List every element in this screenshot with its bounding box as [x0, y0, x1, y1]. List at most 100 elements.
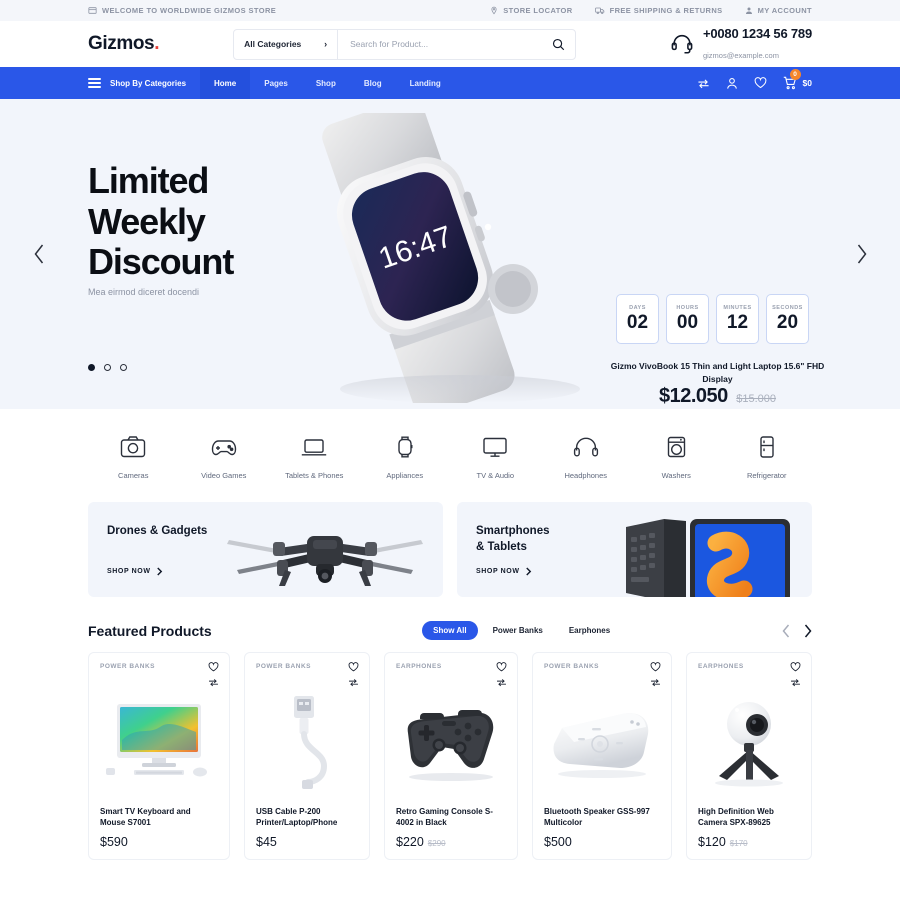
promo-shop-now-link[interactable]: SHOP NOW	[476, 567, 532, 576]
product-price-block: $45	[256, 835, 358, 849]
product-price-block: $220 $290	[396, 835, 506, 849]
cart-button[interactable]: 0 $0	[783, 69, 812, 90]
compare-icon[interactable]	[348, 678, 359, 687]
hero-dot-2[interactable]	[104, 364, 111, 371]
hero-subtitle: Mea eirmod diceret docendi	[88, 287, 200, 297]
category-video-games[interactable]: Video Games	[179, 435, 270, 480]
promo-smartphones-tablets[interactable]: Smartphones & Tablets SHOP NOW	[457, 502, 812, 597]
map-pin-icon	[490, 6, 498, 15]
compare-icon[interactable]	[208, 678, 219, 687]
headset-icon	[670, 32, 694, 56]
compare-icon[interactable]	[496, 678, 507, 687]
product-actions	[496, 662, 507, 687]
tab-earphones[interactable]: Earphones	[558, 621, 621, 640]
hero-product-name: Gizmo VivoBook 15 Thin and Light Laptop …	[610, 361, 825, 384]
category-cameras[interactable]: Cameras	[88, 435, 179, 480]
tab-label: Power Banks	[492, 626, 543, 635]
hero-price-block: $12.050 $15.000	[610, 385, 825, 408]
hero-smartwatch-image: 16:47	[290, 113, 620, 403]
product-card[interactable]: EARPHONES	[384, 652, 518, 860]
promo-banners: Drones & Gadgets SHOP NOW Smartphones & …	[0, 480, 900, 597]
featured-next-button[interactable]	[803, 624, 812, 638]
account-icon[interactable]	[726, 77, 738, 90]
wishlist-heart-icon[interactable]	[754, 77, 767, 89]
tab-show-all[interactable]: Show All	[422, 621, 478, 640]
nav-item-label: Blog	[363, 78, 382, 88]
category-label: Washers	[661, 471, 691, 480]
category-washers[interactable]: Washers	[631, 435, 722, 480]
top-link-store-locator[interactable]: STORE LOCATOR	[490, 6, 572, 15]
product-tag: POWER BANKS	[256, 663, 311, 670]
product-name: Retro Gaming Console S-4002 in Black	[396, 807, 493, 827]
product-old-price: $170	[729, 839, 748, 848]
category-select[interactable]: All Categories ›	[234, 29, 339, 59]
usb-cable-image	[256, 670, 358, 807]
product-price-block: $120 $170	[698, 835, 800, 849]
countdown-label: HOURS	[676, 305, 699, 312]
main-navigation: Shop By Categories Home Pages Shop Blog …	[0, 67, 900, 99]
product-card[interactable]: POWER BANKS	[88, 652, 230, 860]
heart-icon[interactable]	[208, 662, 219, 672]
camera-icon	[120, 435, 146, 459]
page-root: WELCOME TO WORLDWIDE GIZMOS STORE STORE …	[0, 0, 900, 909]
search-button[interactable]	[541, 30, 575, 59]
featured-filter-tabs: Show All Power Banks Earphones	[292, 621, 621, 640]
chevron-right-icon	[156, 567, 163, 576]
heart-icon[interactable]	[496, 662, 507, 672]
category-refrigerator[interactable]: Refrigerator	[722, 435, 813, 480]
monitor-icon	[481, 435, 509, 459]
product-card[interactable]: POWER BANKS	[532, 652, 672, 860]
hero-dot-1[interactable]	[88, 364, 95, 371]
promo-drones[interactable]: Drones & Gadgets SHOP NOW	[88, 502, 443, 597]
nav-item-shop[interactable]: Shop	[302, 67, 350, 99]
contact-info: +0080 1234 56 789 gizmos@example.com	[670, 24, 812, 64]
promo-cta-label: SHOP NOW	[107, 568, 151, 575]
product-card[interactable]: POWER BANKS USB Cable P-200 Printer/Lapt…	[244, 652, 370, 860]
drone-image	[221, 510, 429, 592]
logo[interactable]: Gizmos.	[88, 33, 160, 55]
promo-shop-now-link[interactable]: SHOP NOW	[107, 567, 163, 576]
top-link-label: STORE LOCATOR	[503, 6, 573, 15]
countdown-days: DAYS 02	[616, 294, 659, 344]
category-appliances[interactable]: Appliances	[360, 435, 451, 480]
shop-by-categories-button[interactable]: Shop By Categories	[88, 67, 200, 99]
hero-next-button[interactable]	[848, 241, 874, 267]
heart-icon[interactable]	[348, 662, 359, 672]
category-label: Cameras	[118, 471, 149, 480]
smartwatch-icon	[395, 435, 415, 459]
nav-item-landing[interactable]: Landing	[396, 67, 455, 99]
top-link-shipping[interactable]: FREE SHIPPING & RETURNS	[594, 6, 723, 15]
nav-item-blog[interactable]: Blog	[350, 67, 396, 99]
hero-prev-button[interactable]	[26, 241, 52, 267]
contact-email[interactable]: gizmos@example.com	[703, 51, 779, 60]
countdown-hours: HOURS 00	[666, 294, 709, 344]
countdown-seconds: SECONDS 20	[766, 294, 809, 344]
tab-power-banks[interactable]: Power Banks	[482, 621, 554, 640]
heart-icon[interactable]	[650, 662, 661, 672]
countdown-minutes: MINUTES 12	[716, 294, 759, 344]
featured-prev-button[interactable]	[782, 624, 791, 638]
nav-item-label: Landing	[409, 78, 441, 88]
hero-title: Limited Weekly Discount	[88, 160, 234, 283]
category-tv-audio[interactable]: TV & Audio	[450, 435, 541, 480]
product-card[interactable]: EARPHONES	[686, 652, 812, 860]
product-price-block: $590	[100, 835, 218, 849]
top-link-label: FREE SHIPPING & RETURNS	[609, 6, 723, 15]
hero-slide-dots	[88, 364, 127, 371]
cart-count-badge: 0	[789, 69, 801, 80]
top-link-my-account[interactable]: MY ACCOUNT	[745, 6, 812, 15]
hero-dot-3[interactable]	[120, 364, 127, 371]
nav-item-pages[interactable]: Pages	[250, 67, 302, 99]
heart-icon[interactable]	[790, 662, 801, 672]
search-input[interactable]	[338, 29, 542, 59]
contact-phone[interactable]: +0080 1234 56 789	[703, 26, 812, 41]
compare-icon[interactable]	[790, 678, 801, 687]
product-actions	[208, 662, 219, 687]
category-tablets-phones[interactable]: Tablets & Phones	[269, 435, 360, 480]
compare-icon[interactable]	[697, 78, 710, 89]
category-headphones[interactable]: Headphones	[541, 435, 632, 480]
compare-icon[interactable]	[650, 678, 661, 687]
hero-price-current: $12.050	[658, 385, 728, 407]
product-grid: POWER BANKS Smart TV Keyboard and Mouse …	[0, 640, 900, 860]
nav-item-home[interactable]: Home	[200, 67, 251, 99]
